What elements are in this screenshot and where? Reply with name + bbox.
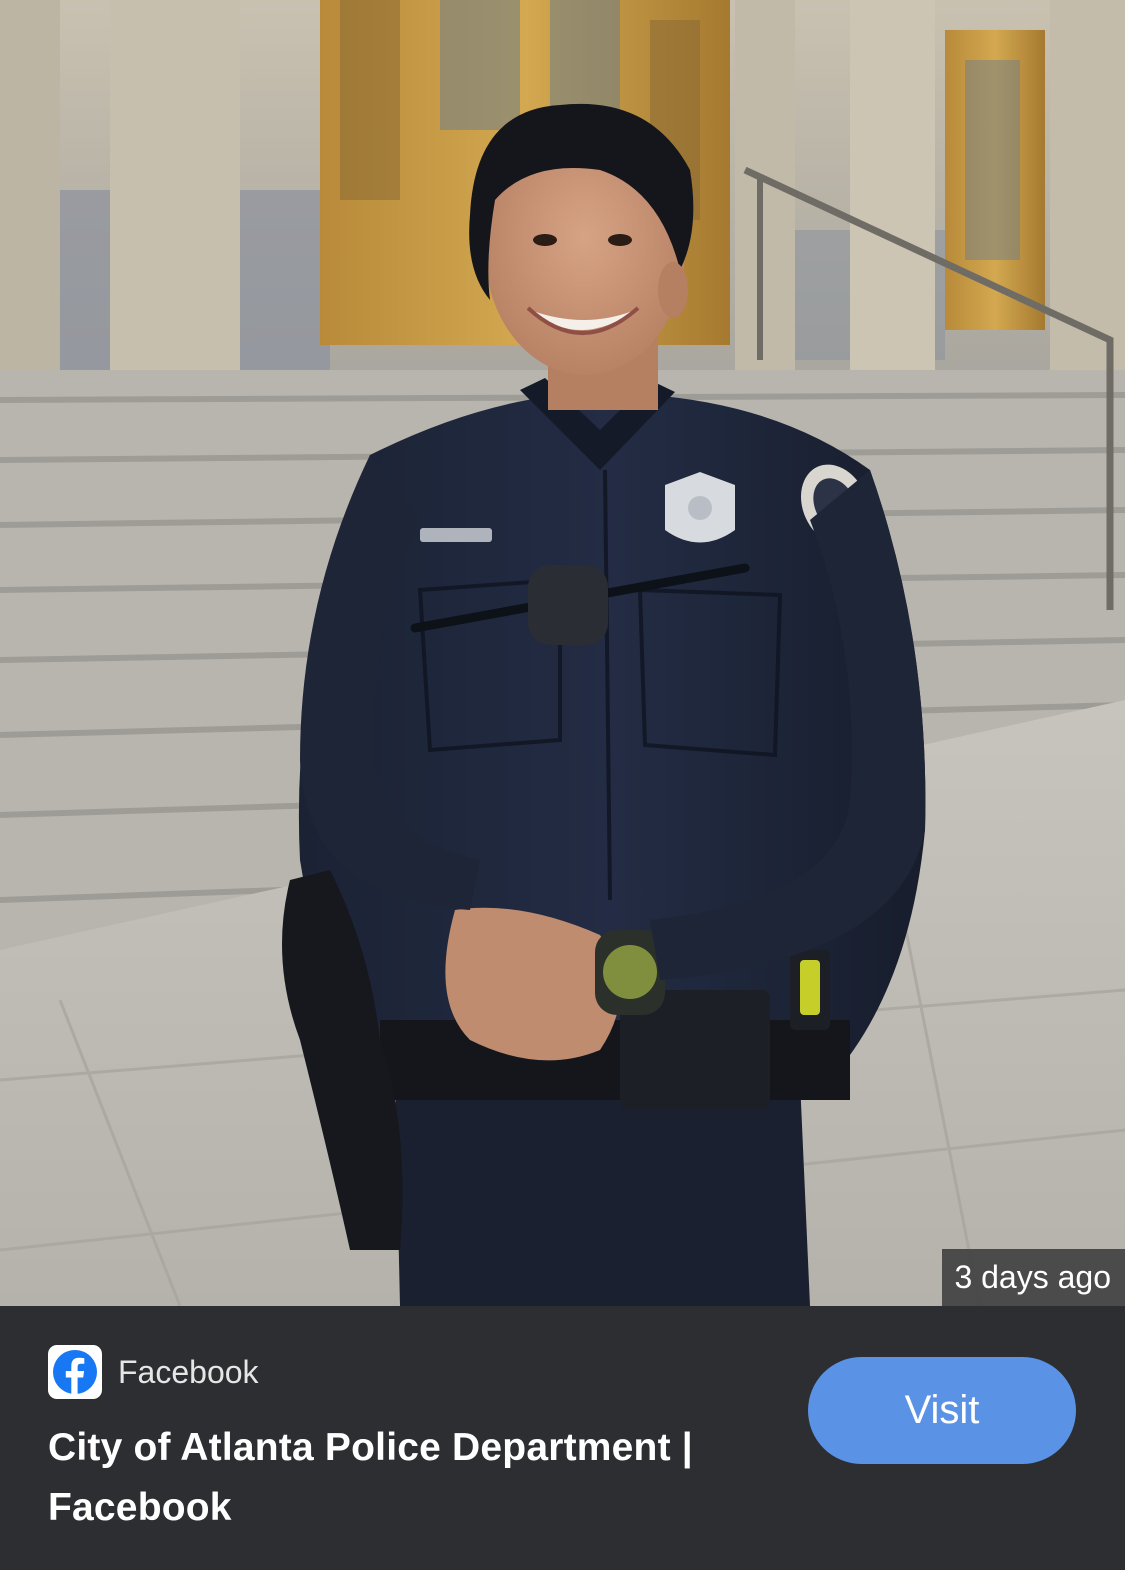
source-row[interactable]: Facebook <box>48 1344 259 1400</box>
timestamp-badge: 3 days ago <box>942 1249 1125 1306</box>
facebook-icon <box>48 1345 102 1399</box>
visit-button[interactable]: Visit <box>808 1357 1076 1464</box>
result-info-panel: Facebook City of Atlanta Police Departme… <box>0 1306 1125 1570</box>
source-name: Facebook <box>118 1354 259 1390</box>
result-photo[interactable] <box>0 0 1125 1306</box>
officer-photo-illustration <box>0 0 1125 1306</box>
result-title-link[interactable]: City of Atlanta Police Department | Face… <box>48 1418 768 1538</box>
